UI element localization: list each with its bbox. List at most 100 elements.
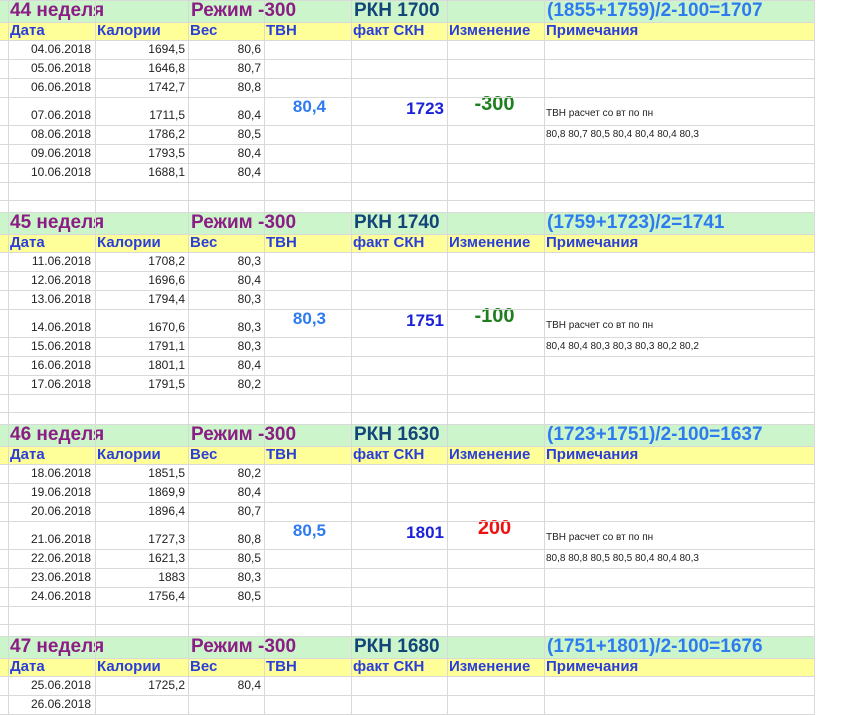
cell-calories: 1791,1 bbox=[148, 339, 185, 353]
gridline-h bbox=[0, 502, 814, 503]
gridline-h bbox=[0, 40, 814, 41]
cell-calories: 1711,5 bbox=[149, 108, 185, 122]
cell-calories: 1696,6 bbox=[148, 273, 185, 287]
cell-date: 16.06.2018 bbox=[30, 358, 91, 372]
gridline-h bbox=[0, 568, 814, 569]
gridline-h bbox=[0, 464, 814, 465]
header-date: Дата bbox=[10, 446, 45, 463]
header-tvn: ТВН bbox=[266, 234, 297, 251]
cell-weight: 80,8 bbox=[237, 532, 261, 546]
cell-calories: 1786,2 bbox=[148, 127, 185, 141]
header-notes: Примечания bbox=[546, 22, 639, 39]
rkn-label: РКН 1680 bbox=[354, 636, 440, 657]
gridline-h bbox=[0, 290, 814, 291]
gridline-h bbox=[0, 658, 814, 659]
note-weights: 80,8 80,8 80,5 80,5 80,4 80,4 80,3 bbox=[546, 553, 699, 564]
gridline-h bbox=[0, 394, 814, 395]
gridline-h bbox=[0, 144, 814, 145]
gridline-v bbox=[188, 0, 189, 715]
header-tvn: ТВН bbox=[266, 446, 297, 463]
gridline-h bbox=[0, 212, 814, 213]
gridline-h bbox=[0, 412, 814, 413]
cell-calories: 1621,3 bbox=[148, 551, 185, 565]
cell-weight: 80,7 bbox=[237, 504, 261, 518]
cell-date: 22.06.2018 bbox=[30, 551, 91, 565]
gridline-v bbox=[264, 0, 265, 715]
formula-label: (1855+1759)/2-100=1707 bbox=[547, 0, 763, 21]
mode-label: Режим -300 bbox=[191, 424, 297, 445]
note-tvn-method: ТВН расчет со вт по пн bbox=[546, 108, 654, 119]
cell-date: 20.06.2018 bbox=[30, 504, 91, 518]
gridline-h bbox=[0, 424, 814, 425]
cell-calories: 1742,7 bbox=[148, 80, 185, 94]
header-fact-skn: факт СКН bbox=[353, 22, 425, 39]
cell-weight: 80,3 bbox=[237, 292, 261, 306]
cell-weight: 80,3 bbox=[237, 320, 261, 334]
cell-date: 11.06.2018 bbox=[31, 254, 91, 268]
gridline-h bbox=[0, 163, 814, 164]
cell-date: 06.06.2018 bbox=[30, 80, 91, 94]
gridline-h bbox=[0, 483, 814, 484]
note-weights: 80,8 80,7 80,5 80,4 80,4 80,4 80,3 bbox=[546, 129, 699, 140]
cell-weight: 80,4 bbox=[237, 108, 261, 122]
fact-skn-value: 1723 bbox=[406, 99, 444, 118]
header-weight: Вес bbox=[190, 22, 218, 39]
gridline-h bbox=[0, 234, 814, 235]
fact-skn-value: 1751 bbox=[406, 311, 444, 330]
cell-date: 17.06.2018 bbox=[30, 377, 91, 391]
rkn-label: РКН 1740 bbox=[354, 212, 440, 233]
header-notes: Примечания bbox=[546, 234, 639, 251]
cell-weight: 80,4 bbox=[237, 165, 261, 179]
gridline-v bbox=[814, 0, 815, 715]
mode-label: Режим -300 bbox=[191, 212, 297, 233]
cell-weight: 80,7 bbox=[237, 61, 261, 75]
cell-weight: 80,4 bbox=[237, 358, 261, 372]
cell-calories: 1725,2 bbox=[148, 678, 185, 692]
header-weight: Вес bbox=[190, 446, 218, 463]
mode-label: Режим -300 bbox=[191, 636, 297, 657]
tvn-value: 80,4 bbox=[292, 97, 326, 116]
cell-date: 05.06.2018 bbox=[30, 61, 91, 75]
cell-calories bbox=[95, 695, 185, 714]
gridline-h bbox=[0, 587, 814, 588]
gridline-h bbox=[0, 446, 814, 447]
header-fact-skn: факт СКН bbox=[353, 658, 425, 675]
cell-calories: 1688,1 bbox=[148, 165, 185, 179]
gridline-h bbox=[0, 271, 814, 272]
cell-calories: 1883 bbox=[158, 570, 185, 584]
cell-date: 13.06.2018 bbox=[30, 292, 91, 306]
note-weights: 80,4 80,4 80,3 80,3 80,3 80,2 80,2 bbox=[546, 341, 699, 352]
header-calories: Калории bbox=[97, 446, 161, 463]
spreadsheet-grid[interactable]: 44 неделя Режим -300 РКН 1700 (1855+1759)/2… bbox=[0, 0, 862, 715]
header-date: Дата bbox=[10, 658, 45, 675]
cell-weight: 80,5 bbox=[237, 127, 261, 141]
header-fact-skn: факт СКН bbox=[353, 234, 425, 251]
rkn-label: РКН 1700 bbox=[354, 0, 440, 21]
cell-weight bbox=[188, 695, 261, 714]
cell-calories: 1793,5 bbox=[148, 146, 185, 160]
week-label: 45 неделя bbox=[10, 212, 105, 233]
gridline-h bbox=[0, 375, 814, 376]
cell-calories: 1869,9 bbox=[148, 485, 185, 499]
header-change: Изменение bbox=[449, 22, 531, 39]
cell-date: 12.06.2018 bbox=[30, 273, 91, 287]
cell-weight: 80,3 bbox=[237, 339, 261, 353]
cell-calories: 1694,5 bbox=[148, 42, 185, 56]
week-label: 46 неделя bbox=[10, 424, 105, 445]
week-label: 44 неделя bbox=[10, 0, 105, 21]
header-change: Изменение bbox=[449, 658, 531, 675]
cell-calories: 1756,4 bbox=[148, 589, 185, 603]
header-date: Дата bbox=[10, 22, 45, 39]
gridline-h bbox=[0, 78, 814, 79]
cell-calories: 1801,1 bbox=[148, 358, 185, 372]
fact-skn-value: 1801 bbox=[406, 523, 444, 542]
cell-date: 04.06.2018 bbox=[30, 42, 91, 56]
gridline-h bbox=[0, 252, 814, 253]
gridline-h bbox=[0, 59, 814, 60]
gridline-v bbox=[447, 0, 448, 715]
gridline-h bbox=[0, 182, 814, 183]
rkn-label: РКН 1630 bbox=[354, 424, 440, 445]
cell-weight: 80,5 bbox=[237, 551, 261, 565]
cell-date: 25.06.2018 bbox=[30, 678, 91, 692]
cell-weight: 80,3 bbox=[237, 254, 261, 268]
